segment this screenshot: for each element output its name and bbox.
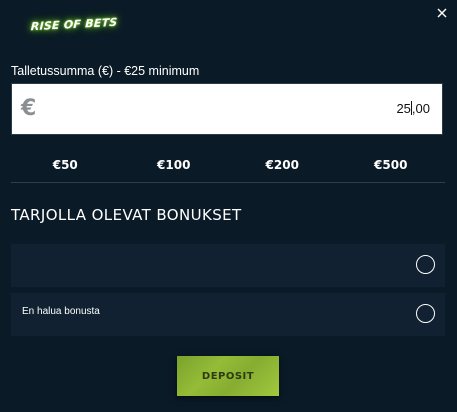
bonus-option-radio[interactable]: [416, 304, 435, 323]
preset-amounts: €50 €100 €200 €500: [11, 148, 445, 183]
bonus-option-no-bonus[interactable]: En halua bonusta: [11, 293, 445, 336]
preset-50-button[interactable]: €50: [11, 148, 120, 182]
deposit-button[interactable]: DEPOSIT: [177, 356, 279, 396]
amount-value-decimals: ,00: [411, 101, 430, 116]
bonus-option-1[interactable]: [11, 244, 445, 287]
deposit-modal: Rise of Bets Talletussumma (€) - €25 min…: [0, 0, 457, 412]
bonus-option-radio[interactable]: [416, 255, 435, 274]
brand-logo-text: Rise of Bets: [30, 15, 118, 33]
amount-label: Talletussumma (€) - €25 minimum: [11, 64, 200, 78]
brand-logo: Rise of Bets: [30, 12, 118, 36]
preset-100-button[interactable]: €100: [120, 148, 229, 182]
amount-value: 25,00: [396, 101, 430, 116]
bonus-option-label: En halua bonusta: [22, 306, 100, 317]
preset-200-button[interactable]: €200: [228, 148, 337, 182]
close-button[interactable]: [434, 5, 450, 21]
preset-500-button[interactable]: €500: [337, 148, 446, 182]
close-icon: [437, 8, 447, 18]
amount-input[interactable]: € 25,00: [11, 83, 443, 135]
bonus-section-title: TARJOLLA OLEVAT BONUKSET: [11, 206, 242, 224]
amount-value-integer: 25: [396, 101, 411, 116]
currency-symbol: €: [21, 96, 37, 121]
